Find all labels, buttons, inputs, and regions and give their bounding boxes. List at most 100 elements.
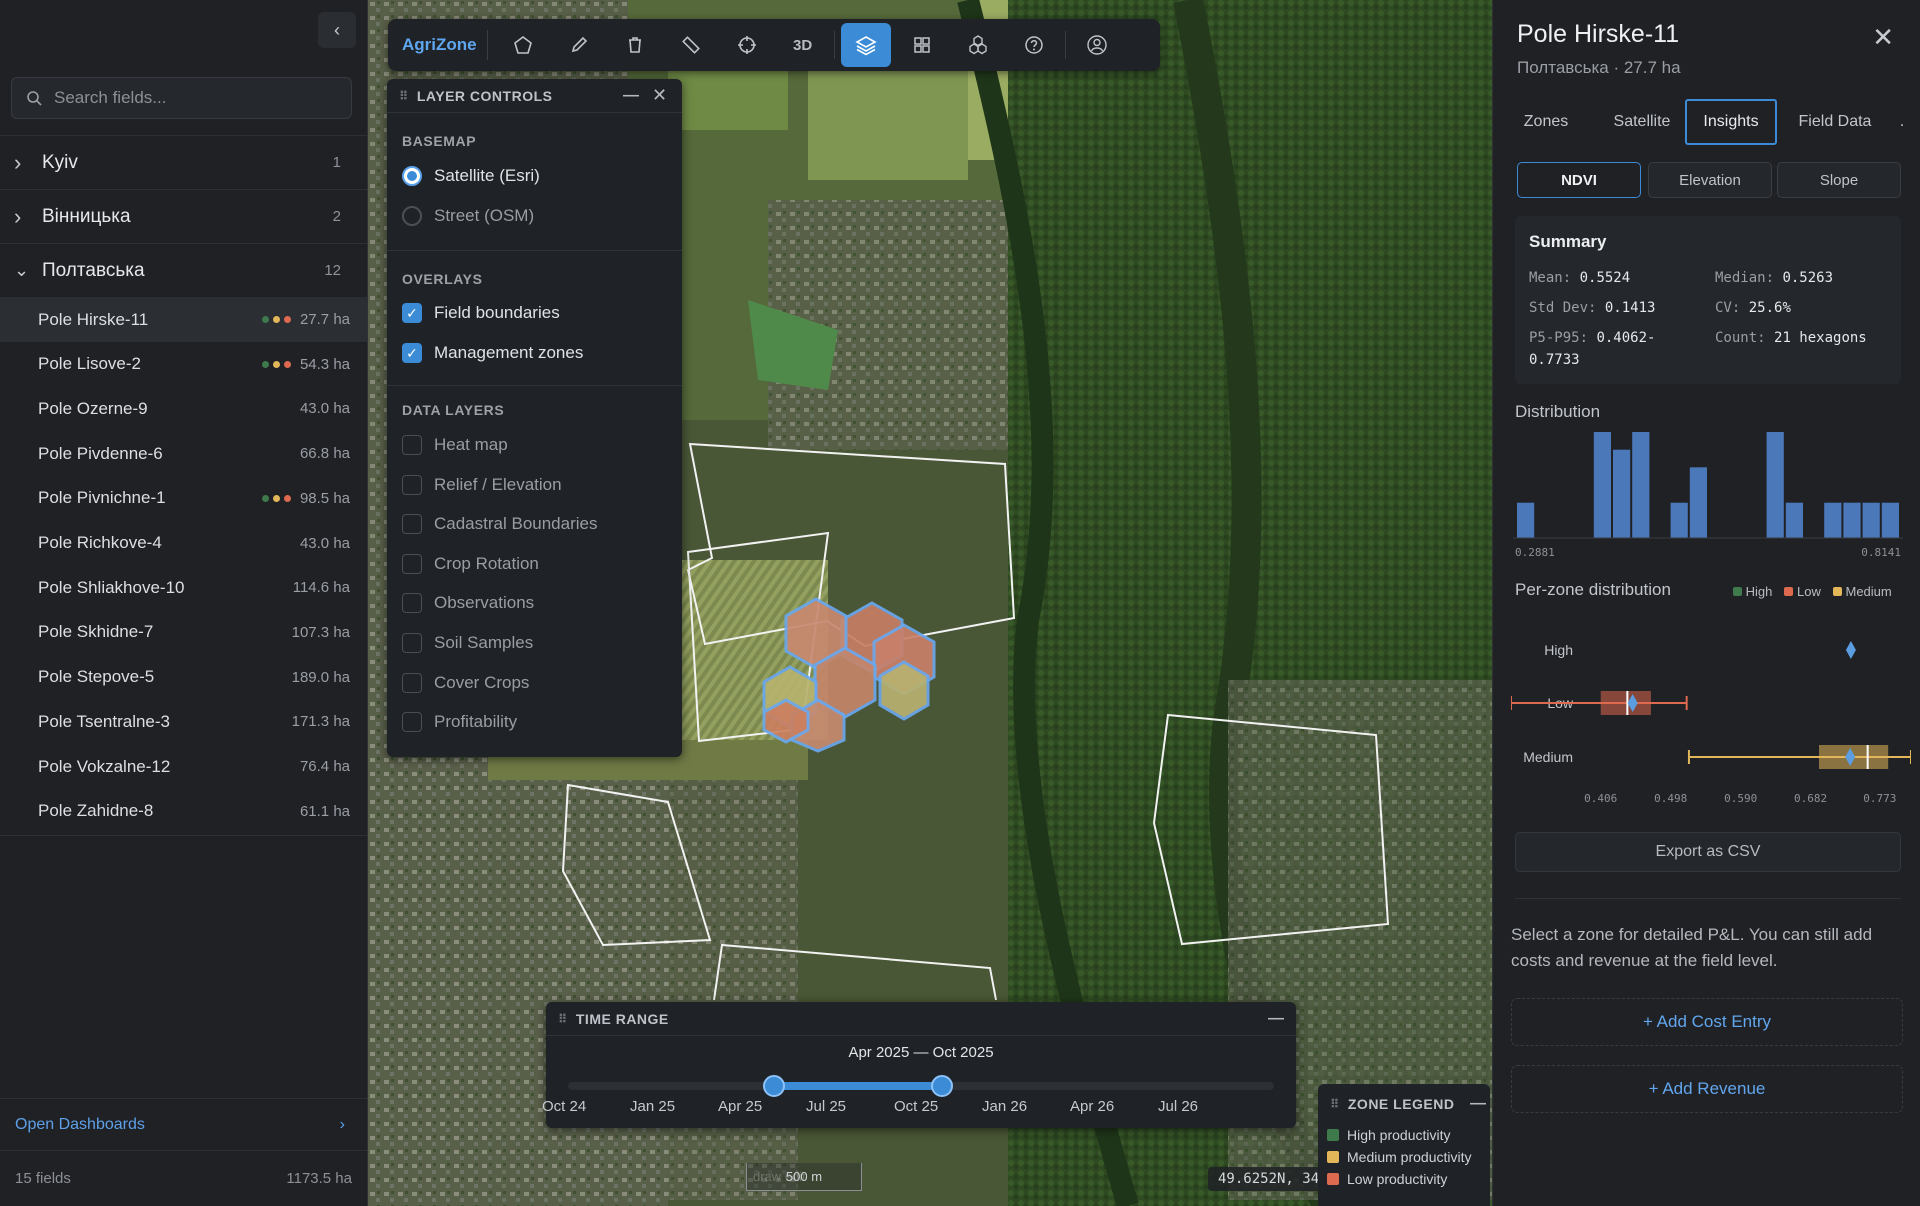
- minimize-icon[interactable]: —: [1470, 1095, 1487, 1113]
- field-item[interactable]: Pole Pivdenne-6 66.8 ha: [0, 431, 367, 476]
- brand-logo: AgriZone: [398, 30, 488, 60]
- time-tick-label: Jan 25: [630, 1098, 676, 1115]
- time-range-slider[interactable]: [568, 1075, 1274, 1097]
- layer-controls-header[interactable]: ⠿ LAYER CONTROLS — ✕: [387, 79, 682, 113]
- divider: [0, 835, 367, 836]
- 3d-view-button[interactable]: 3D: [778, 23, 828, 67]
- time-range-header[interactable]: ⠿ TIME RANGE —: [546, 1002, 1296, 1036]
- boxplot-tick-label: 0.773: [1863, 792, 1896, 805]
- field-area: 61.1 ha: [299, 802, 350, 820]
- radio-selected[interactable]: [402, 166, 422, 186]
- minimize-icon[interactable]: —: [1268, 1010, 1285, 1028]
- layers-button[interactable]: [840, 23, 891, 67]
- metric-elevation-button[interactable]: Elevation: [1648, 162, 1772, 198]
- toolbar-separator: [1064, 31, 1066, 59]
- field-item[interactable]: Pole Vokzalne-12 76.4 ha: [0, 744, 367, 789]
- field-item[interactable]: Pole Tsentralne-3 171.3 ha: [0, 699, 367, 744]
- checkbox-checked[interactable]: ✓: [402, 303, 422, 323]
- region-2[interactable]: › Вінницька 2: [0, 189, 367, 243]
- field-item[interactable]: Pole Richkove-4 43.0 ha: [0, 521, 367, 566]
- checkbox-unchecked[interactable]: [402, 553, 422, 574]
- add-cost-entry-button[interactable]: + Add Cost Entry: [1511, 998, 1903, 1046]
- histogram-min-label: 0.2881: [1515, 546, 1555, 559]
- checkbox-unchecked[interactable]: [402, 593, 422, 614]
- metric-ndvi-button[interactable]: NDVI: [1517, 162, 1641, 198]
- tab-field-data[interactable]: Field Data: [1785, 99, 1885, 145]
- close-icon[interactable]: ✕: [652, 85, 668, 106]
- zones-button[interactable]: [953, 23, 1003, 67]
- data-layer-option[interactable]: Observations: [402, 593, 534, 614]
- locate-button[interactable]: [722, 23, 772, 67]
- range-fill: [774, 1082, 943, 1090]
- search-input[interactable]: [54, 88, 334, 108]
- help-icon: [1024, 36, 1043, 54]
- checkbox-checked[interactable]: ✓: [402, 343, 422, 363]
- tab-satellite[interactable]: Satellite: [1599, 99, 1685, 145]
- zone-status-dots: [262, 360, 291, 368]
- checkbox-unchecked[interactable]: [402, 474, 422, 495]
- data-layer-option[interactable]: Crop Rotation: [402, 553, 539, 574]
- basemap-street-option[interactable]: Street (OSM): [402, 206, 534, 226]
- overlay-field-boundaries[interactable]: ✓ Field boundaries: [402, 303, 560, 323]
- field-item[interactable]: Pole Zahidne-8 61.1 ha: [0, 789, 367, 834]
- export-csv-button[interactable]: Export as CSV: [1515, 832, 1901, 872]
- field-item[interactable]: Pole Skhidne-7 107.3 ha: [0, 610, 367, 655]
- checkbox-unchecked[interactable]: [402, 633, 422, 653]
- status-dot: [262, 316, 269, 323]
- measure-tool-button[interactable]: [666, 23, 716, 67]
- drag-handle-icon[interactable]: ⠿: [399, 89, 409, 103]
- delete-tool-button[interactable]: [610, 23, 660, 67]
- grid-button[interactable]: [897, 23, 947, 67]
- help-button[interactable]: [1009, 23, 1059, 67]
- status-dot: [273, 316, 280, 323]
- tab-zones[interactable]: Zones: [1507, 99, 1585, 145]
- field-item[interactable]: Pole Hirske-11 27.7 ha: [0, 297, 367, 342]
- collapse-sidebar-button[interactable]: ‹: [318, 12, 356, 48]
- close-panel-button[interactable]: ✕: [1872, 22, 1894, 53]
- tab-overflow[interactable]: .: [1892, 99, 1912, 145]
- minimize-icon[interactable]: —: [623, 87, 640, 105]
- field-item[interactable]: Pole Lisove-2 54.3 ha: [0, 342, 367, 387]
- edit-tool-button[interactable]: [554, 23, 604, 67]
- basemap-satellite-option[interactable]: Satellite (Esri): [402, 166, 540, 186]
- data-layer-option[interactable]: Profitability: [402, 712, 517, 733]
- data-layer-option[interactable]: Heat map: [402, 435, 508, 455]
- account-button[interactable]: [1072, 23, 1122, 67]
- trash-icon: [628, 37, 641, 53]
- checkbox-unchecked[interactable]: [402, 514, 422, 535]
- zone-legend-header[interactable]: ⠿ ZONE LEGEND —: [1318, 1084, 1490, 1124]
- range-start-handle[interactable]: [763, 1075, 786, 1097]
- histogram-bar: [1843, 502, 1861, 538]
- drag-handle-icon[interactable]: ⠿: [1330, 1097, 1340, 1111]
- checkbox-unchecked[interactable]: [402, 435, 422, 455]
- sidebar-footer: 15 fields 1173.5 ha: [0, 1150, 367, 1206]
- data-layer-option[interactable]: Cadastral Boundaries: [402, 514, 597, 535]
- search-box[interactable]: [11, 77, 352, 119]
- data-layer-option[interactable]: Cover Crops: [402, 672, 529, 693]
- field-item[interactable]: Pole Shliakhove-10 114.6 ha: [0, 565, 367, 610]
- divider: [1515, 898, 1901, 899]
- tab-insights[interactable]: Insights: [1685, 99, 1777, 145]
- field-item[interactable]: Pole Stepove-5 189.0 ha: [0, 655, 367, 700]
- overlay-management-zones[interactable]: ✓ Management zones: [402, 343, 583, 363]
- stat-p5-p95: P5-P95: 0.4062-: [1529, 330, 1656, 346]
- region-count: 1: [332, 154, 341, 171]
- boxplot-tick-label: 0.406: [1584, 792, 1617, 805]
- range-end-handle[interactable]: [931, 1075, 954, 1097]
- region-3[interactable]: ⌄ Полтавська 12: [0, 243, 367, 297]
- region-1[interactable]: › Kyiv 1: [0, 135, 367, 189]
- field-item[interactable]: Pole Pivnichne-1 98.5 ha: [0, 476, 367, 521]
- metric-slope-button[interactable]: Slope: [1777, 162, 1901, 198]
- radio-unselected[interactable]: [402, 206, 422, 226]
- data-layer-option[interactable]: Soil Samples: [402, 633, 533, 653]
- map-toolbar: AgriZone 3D: [388, 19, 1160, 71]
- drag-handle-icon[interactable]: ⠿: [558, 1012, 568, 1026]
- polygon-tool-button[interactable]: [498, 23, 548, 67]
- open-dashboards-link[interactable]: Open Dashboards ›: [0, 1098, 367, 1150]
- add-revenue-button[interactable]: + Add Revenue: [1511, 1065, 1903, 1113]
- region-count: 2: [332, 208, 341, 225]
- checkbox-unchecked[interactable]: [402, 672, 422, 693]
- field-item[interactable]: Pole Ozerne-9 43.0 ha: [0, 386, 367, 431]
- checkbox-unchecked[interactable]: [402, 712, 422, 733]
- data-layer-option[interactable]: Relief / Elevation: [402, 474, 562, 495]
